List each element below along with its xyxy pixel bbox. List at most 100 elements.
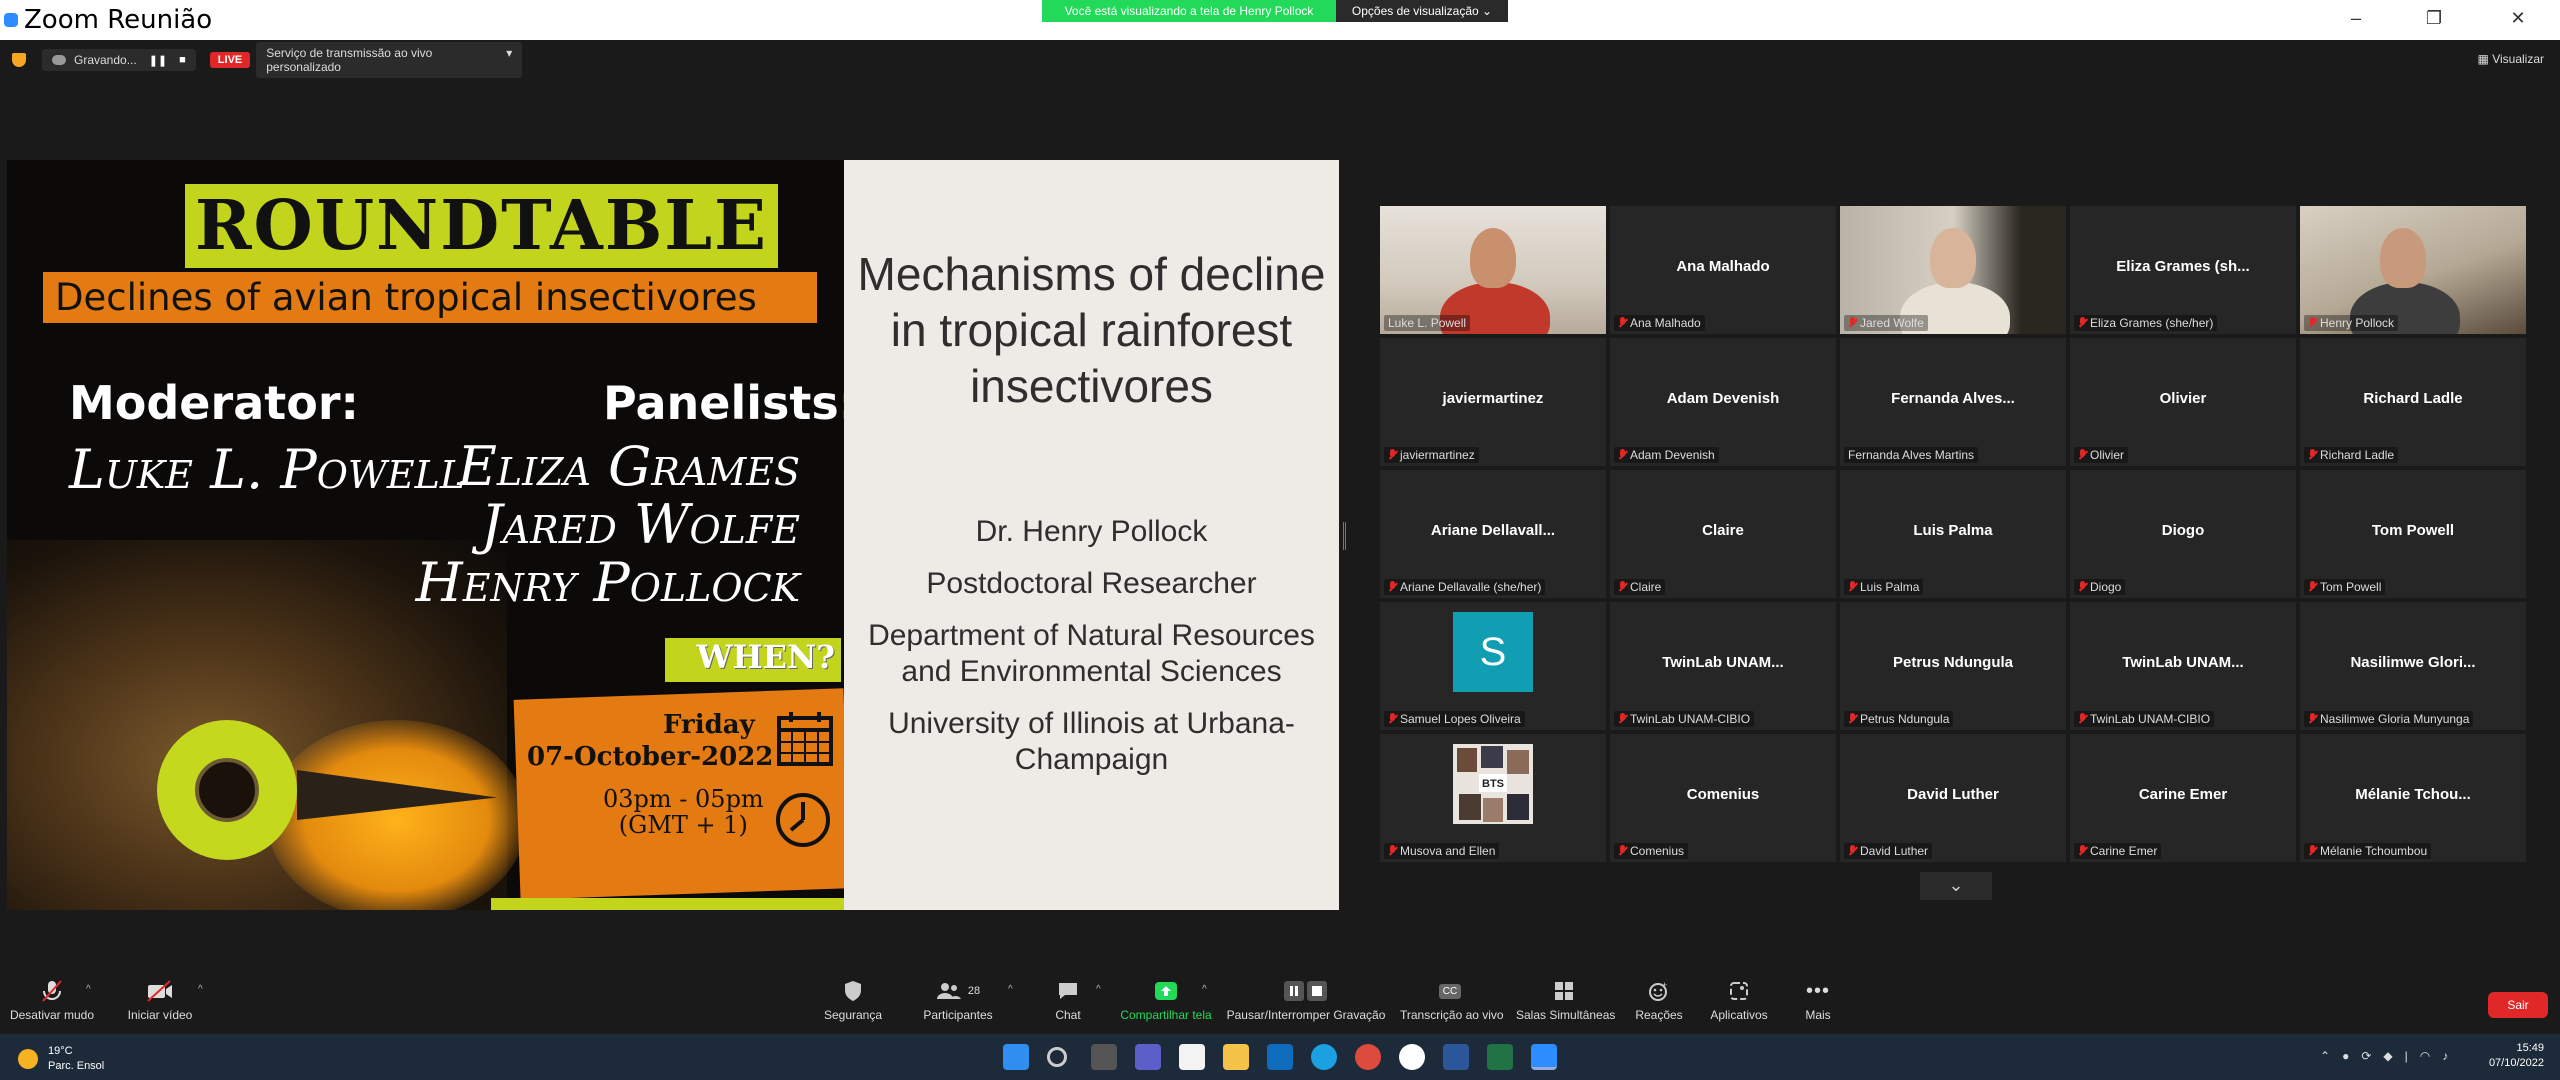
pause-stop-recording-label: Pausar/Interromper Gravação <box>1226 1008 1386 1022</box>
store-icon[interactable] <box>1179 1044 1205 1070</box>
windows-start-icon[interactable] <box>1003 1044 1029 1070</box>
participants-button[interactable]: 28 Participantes <box>920 976 996 1022</box>
participant-tile[interactable]: Fernanda Alves... Fernanda Alves Martins <box>1840 338 2066 466</box>
mute-button[interactable]: Desativar mudo <box>8 976 96 1022</box>
participant-figure <box>1470 228 1516 288</box>
view-options-button[interactable]: Opções de visualização ⌄ <box>1336 0 1508 22</box>
participant-tile[interactable]: TwinLab UNAM... TwinLab UNAM-CIBIO <box>1610 602 1836 730</box>
participant-name-label: javiermartinez <box>1384 447 1479 463</box>
share-caret-icon[interactable]: ^ <box>1202 984 1207 995</box>
live-badge[interactable]: LIVE <box>209 52 251 68</box>
participant-name-label: Comenius <box>1614 843 1689 859</box>
reactions-button[interactable]: + Reações <box>1634 976 1684 1022</box>
participant-tile[interactable]: Nasilimwe Glori... Nasilimwe Gloria Munyu… <box>2300 602 2526 730</box>
participant-tile[interactable]: TwinLab UNAM... TwinLab UNAM-CIBIO <box>2070 602 2296 730</box>
share-screen-button[interactable]: Compartilhar tela <box>1118 976 1214 1022</box>
tray-overflow-icon[interactable]: ⌃ <box>2320 1049 2330 1063</box>
wifi-icon[interactable]: ◠ <box>2420 1049 2430 1063</box>
participant-name-label: Ana Malhado <box>1614 315 1705 331</box>
slack-icon[interactable] <box>1399 1044 1425 1070</box>
stream-service-dropdown[interactable]: Serviço de transmissão ao vivo personali… <box>256 42 523 78</box>
word-icon[interactable] <box>1443 1044 1469 1070</box>
participant-tile[interactable]: Comenius Comenius <box>1610 734 1836 862</box>
mail-icon[interactable] <box>1267 1044 1293 1070</box>
participant-display-name: Nasilimwe Glori... <box>2350 654 2476 671</box>
start-video-button[interactable]: Iniciar vídeo <box>120 976 200 1022</box>
restore-icon[interactable]: ❐ <box>2422 8 2446 29</box>
participant-name: javiermartinez <box>1400 448 1475 462</box>
gallery-next-page-button[interactable]: ⌄ <box>1920 872 1992 900</box>
breakout-rooms-button[interactable]: Salas Simultâneas <box>1516 976 1615 1022</box>
zoom-logo-icon <box>4 13 18 27</box>
teams-chat-icon[interactable] <box>1135 1044 1161 1070</box>
camera-off-icon <box>147 980 172 1002</box>
participant-tile[interactable]: Mélanie Tchou... Mélanie Tchoumbou <box>2300 734 2526 862</box>
participant-tile[interactable]: Luke L. Powell <box>1380 206 1606 334</box>
volume-icon[interactable]: ♪ <box>2442 1049 2448 1063</box>
tray-app-icon[interactable]: ● <box>2342 1049 2349 1063</box>
search-icon[interactable] <box>1047 1047 1067 1067</box>
tray-shield-icon[interactable]: ◆ <box>2383 1049 2392 1063</box>
participant-tile[interactable]: Adam Devenish Adam Devenish <box>1610 338 1836 466</box>
leave-button[interactable]: Sair <box>2488 992 2548 1018</box>
participant-tile[interactable]: Petrus Ndungula Petrus Ndungula <box>1840 602 2066 730</box>
participant-display-name: Mélanie Tchou... <box>2355 786 2471 803</box>
participant-tile[interactable]: Eliza Grames (sh... Eliza Grames (she/her… <box>2070 206 2296 334</box>
participant-tile[interactable]: Claire Claire <box>1610 470 1836 598</box>
video-options-caret-icon[interactable]: ^ <box>198 984 203 995</box>
participant-tile[interactable]: Tom Powell Tom Powell <box>2300 470 2526 598</box>
moderator-name: Luke L. Powell <box>69 438 466 501</box>
weather-widget[interactable]: 19°C Parc. Ensol <box>18 1044 104 1074</box>
view-options-label: Opções de visualização <box>1351 4 1479 18</box>
file-explorer-icon[interactable] <box>1223 1044 1249 1070</box>
participant-tile[interactable]: S Samuel Lopes Oliveira <box>1380 602 1606 730</box>
recording-bar: Gravando... ❚❚ ■ LIVE Serviço de transmi… <box>0 40 2560 80</box>
muted-microphone-icon <box>1388 713 1396 725</box>
participant-name: Claire <box>1630 580 1662 594</box>
security-button[interactable]: Segurança <box>818 976 888 1022</box>
participant-tile[interactable]: David Luther David Luther <box>1840 734 2066 862</box>
participant-name: Comenius <box>1630 844 1685 858</box>
pause-stop-recording-button[interactable]: Pausar/Interromper Gravação <box>1226 976 1386 1022</box>
participants-caret-icon[interactable]: ^ <box>1008 984 1013 995</box>
muted-microphone-icon <box>1388 449 1396 461</box>
event-timezone: (GMT + 1) <box>618 811 748 839</box>
pause-recording-icon[interactable]: ❚❚ <box>149 54 167 67</box>
participant-name: Musova and Ellen <box>1400 844 1496 858</box>
chat-icon <box>1059 983 1077 999</box>
taskbar-clock[interactable]: 15:49 07/10/2022 <box>2489 1041 2544 1071</box>
participant-tile[interactable]: javiermartinez javiermartinez <box>1380 338 1606 466</box>
minimize-icon[interactable]: – <box>2344 8 2368 29</box>
tray-sync-icon[interactable]: ⟳ <box>2361 1049 2371 1063</box>
edge-icon[interactable] <box>1311 1044 1337 1070</box>
chat-caret-icon[interactable]: ^ <box>1096 984 1101 995</box>
participant-tile[interactable]: Henry Pollock <box>2300 206 2526 334</box>
chrome-icon[interactable] <box>1355 1044 1381 1070</box>
participant-tile[interactable]: Richard Ladle Richard Ladle <box>2300 338 2526 466</box>
muted-microphone-icon <box>2308 581 2316 593</box>
stop-recording-icon[interactable]: ■ <box>179 54 186 66</box>
pane-splitter-handle[interactable] <box>1343 522 1346 550</box>
muted-microphone-icon <box>1848 845 1856 857</box>
participant-tile[interactable]: Ana Malhado Ana Malhado <box>1610 206 1836 334</box>
audio-options-caret-icon[interactable]: ^ <box>86 984 91 995</box>
zoom-taskbar-icon[interactable] <box>1531 1044 1557 1070</box>
participant-tile[interactable]: Olivier Olivier <box>2070 338 2296 466</box>
view-button[interactable]: ▦ Visualizar <box>2478 52 2544 66</box>
chat-button[interactable]: Chat <box>1048 976 1088 1022</box>
participant-tile[interactable]: Jared Wolfe <box>1840 206 2066 334</box>
participant-tile[interactable]: Ariane Dellavall... Ariane Dellavalle (sh… <box>1380 470 1606 598</box>
task-view-icon[interactable] <box>1091 1044 1117 1070</box>
participant-tile[interactable]: Diogo Diogo <box>2070 470 2296 598</box>
excel-icon[interactable] <box>1487 1044 1513 1070</box>
more-button[interactable]: ••• Mais <box>1798 976 1838 1023</box>
tray-mic-icon[interactable]: | <box>2405 1049 2408 1063</box>
participant-tile[interactable]: BTS Musova and Ellen <box>1380 734 1606 862</box>
close-icon[interactable]: ✕ <box>2506 8 2530 29</box>
participant-tile[interactable]: Carine Emer Carine Emer <box>2070 734 2296 862</box>
shared-screen: ROUNDTABLE Declines of avian tropical in… <box>7 160 1339 910</box>
live-transcript-button[interactable]: CC Transcrição ao vivo <box>1400 976 1504 1022</box>
more-dots-icon: ••• <box>1805 979 1830 1002</box>
apps-button[interactable]: Aplicativos <box>1706 976 1772 1022</box>
participant-tile[interactable]: Luis Palma Luis Palma <box>1840 470 2066 598</box>
